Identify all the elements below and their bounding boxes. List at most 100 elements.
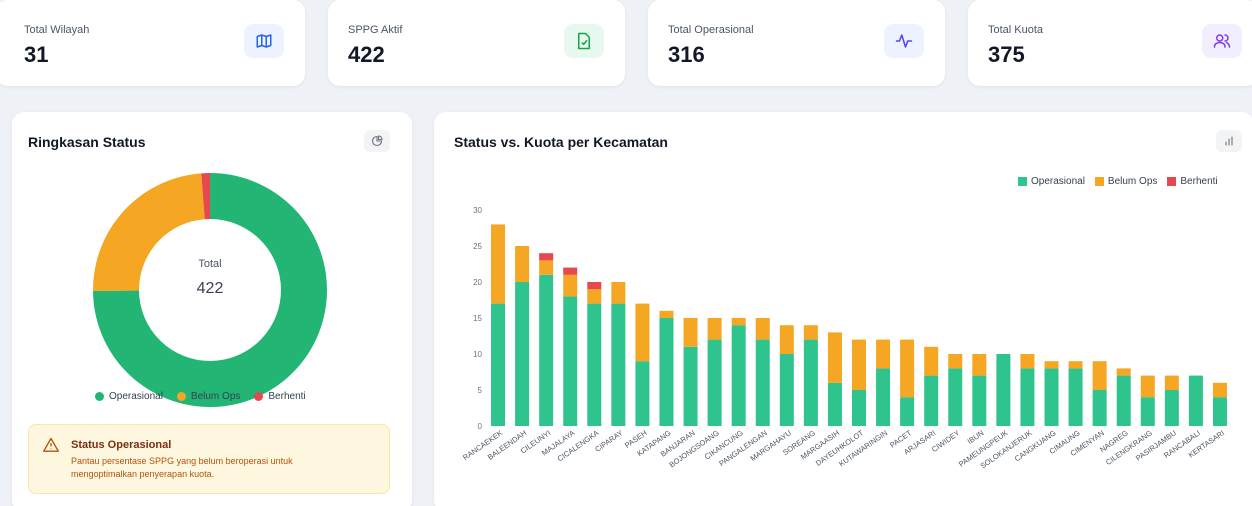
bar-segment-berhenti[interactable]	[563, 267, 578, 275]
bar-segment-belum-ops[interactable]	[948, 354, 963, 369]
legend-item-berhenti[interactable]: Berhenti	[254, 391, 306, 402]
bar-segment-operasional[interactable]	[659, 318, 674, 426]
bar-segment-operasional[interactable]	[924, 375, 939, 426]
stat-value: 375	[988, 42, 1025, 67]
bar-segment-belum-ops[interactable]	[587, 289, 602, 304]
bar-segment-operasional[interactable]	[1020, 368, 1035, 426]
bar-segment-belum-ops[interactable]	[515, 246, 530, 282]
check-document-icon	[564, 24, 604, 58]
bar-segment-belum-ops[interactable]	[659, 310, 674, 318]
bar-segment-belum-ops[interactable]	[1164, 375, 1179, 390]
bar-segment-belum-ops[interactable]	[635, 303, 650, 362]
legend-swatch	[1094, 177, 1104, 186]
legend-label: Operasional	[1031, 176, 1085, 187]
bar-segment-operasional[interactable]	[1164, 390, 1179, 426]
bar-segment-operasional[interactable]	[972, 375, 987, 426]
bar-segment-berhenti[interactable]	[539, 253, 554, 261]
bar-segment-operasional[interactable]	[587, 303, 602, 426]
stat-card-total-wilayah: Total Wilayah 31	[0, 0, 305, 86]
legend-dot	[95, 392, 104, 401]
stat-value: 31	[24, 42, 49, 67]
bar-segment-belum-ops[interactable]	[611, 282, 626, 304]
legend-label: Operasional	[109, 391, 163, 402]
y-tick-label: 30	[473, 206, 482, 215]
bar-segment-belum-ops[interactable]	[755, 318, 770, 340]
bar-segment-operasional[interactable]	[1044, 368, 1059, 426]
bar-segment-operasional[interactable]	[803, 339, 818, 426]
bar-segment-belum-ops[interactable]	[876, 339, 891, 369]
bar-segment-operasional[interactable]	[1068, 368, 1083, 426]
bar-segment-operasional[interactable]	[539, 274, 554, 426]
bar-segment-belum-ops[interactable]	[707, 318, 722, 340]
legend-label: Belum Ops	[1107, 176, 1158, 187]
bar-segment-operasional[interactable]	[1092, 390, 1107, 426]
panel-title: Status vs. Kuota per Kecamatan	[454, 134, 668, 150]
stat-value: 422	[348, 42, 385, 67]
bar-segment-operasional[interactable]	[635, 361, 650, 426]
bar-segment-belum-ops[interactable]	[1212, 382, 1227, 398]
bar-segment-belum-ops[interactable]	[852, 339, 866, 390]
bar-segment-belum-ops[interactable]	[539, 260, 554, 275]
pie-chart-icon[interactable]	[364, 130, 390, 152]
bar-segment-operasional[interactable]	[611, 303, 626, 426]
stat-label: Total Operasional	[668, 24, 754, 36]
status-quota-bar-chart: 051015202530RANCAEKEKBALEENDAHCILEUNYIMA…	[461, 206, 1227, 471]
bar-segment-operasional[interactable]	[683, 346, 698, 426]
donut-slice-belum-ops[interactable]	[93, 173, 206, 292]
bar-segment-operasional[interactable]	[755, 339, 770, 426]
bar-segment-belum-ops[interactable]	[972, 354, 987, 376]
y-tick-label: 0	[478, 422, 483, 431]
legend-item-operasional[interactable]: Operasional	[1018, 176, 1085, 187]
bar-segment-belum-ops[interactable]	[1020, 354, 1035, 369]
stat-label: Total Wilayah	[24, 24, 90, 36]
stat-value: 316	[668, 42, 705, 67]
bar-segment-belum-ops[interactable]	[900, 339, 915, 398]
legend-item-berhenti[interactable]: Berhenti	[1167, 176, 1218, 187]
bar-segment-operasional[interactable]	[1212, 397, 1227, 426]
donut-center-label: Total	[198, 258, 222, 270]
alert-text: Pantau persentase SPPG yang belum berope…	[71, 456, 293, 479]
legend-item-operasional[interactable]: Operasional	[95, 391, 163, 402]
stat-card-total-operasional: Total Operasional 316	[648, 0, 945, 86]
bar-segment-belum-ops[interactable]	[1044, 361, 1059, 369]
bar-segment-belum-ops[interactable]	[1092, 361, 1107, 390]
bar-segment-belum-ops[interactable]	[683, 318, 698, 347]
donut-center-value: 422	[196, 280, 224, 297]
bar-segment-operasional[interactable]	[852, 390, 866, 426]
bar-segment-operasional[interactable]	[900, 397, 915, 426]
stat-card-total-kuota: Total Kuota 375	[968, 0, 1252, 86]
bar-segment-operasional[interactable]	[876, 368, 891, 426]
bar-segment-belum-ops[interactable]	[803, 325, 818, 340]
bar-chart-icon[interactable]	[1216, 130, 1242, 152]
legend-label: Belum Ops	[190, 391, 241, 402]
bar-segment-operasional[interactable]	[491, 303, 506, 426]
bar-segment-belum-ops[interactable]	[779, 325, 794, 354]
bar-segment-belum-ops[interactable]	[1068, 361, 1083, 369]
bar-segment-belum-ops[interactable]	[827, 332, 842, 383]
legend-swatch	[1018, 177, 1027, 186]
bar-segment-belum-ops[interactable]	[731, 318, 746, 326]
bar-segment-operasional[interactable]	[515, 282, 530, 426]
bar-segment-belum-ops[interactable]	[1140, 375, 1155, 398]
bar-segment-operasional[interactable]	[996, 354, 1011, 426]
bar-segment-operasional[interactable]	[1140, 397, 1155, 426]
bar-segment-operasional[interactable]	[1116, 375, 1131, 426]
bar-segment-operasional[interactable]	[779, 354, 794, 426]
y-tick-label: 25	[473, 242, 482, 251]
bar-segment-belum-ops[interactable]	[924, 346, 939, 376]
bar-segment-operasional[interactable]	[827, 382, 842, 426]
bar-segment-operasional[interactable]	[563, 296, 578, 426]
bar-segment-operasional[interactable]	[731, 325, 746, 426]
bar-segment-operasional[interactable]	[1188, 375, 1203, 426]
bar-segment-belum-ops[interactable]	[491, 224, 506, 304]
stat-card-sppg-aktif: SPPG Aktif 422	[328, 0, 625, 86]
bar-segment-berhenti[interactable]	[587, 282, 602, 290]
bar-segment-belum-ops[interactable]	[1116, 368, 1131, 376]
donut-legend: Operasional Belum Ops Berhenti	[95, 391, 320, 402]
legend-item-belum-ops[interactable]: Belum Ops	[1094, 176, 1158, 187]
bar-segment-belum-ops[interactable]	[563, 274, 578, 297]
bar-segment-operasional[interactable]	[707, 339, 722, 426]
y-tick-label: 10	[473, 350, 482, 359]
legend-item-belum-ops[interactable]: Belum Ops	[176, 391, 241, 402]
bar-segment-operasional[interactable]	[948, 368, 963, 426]
